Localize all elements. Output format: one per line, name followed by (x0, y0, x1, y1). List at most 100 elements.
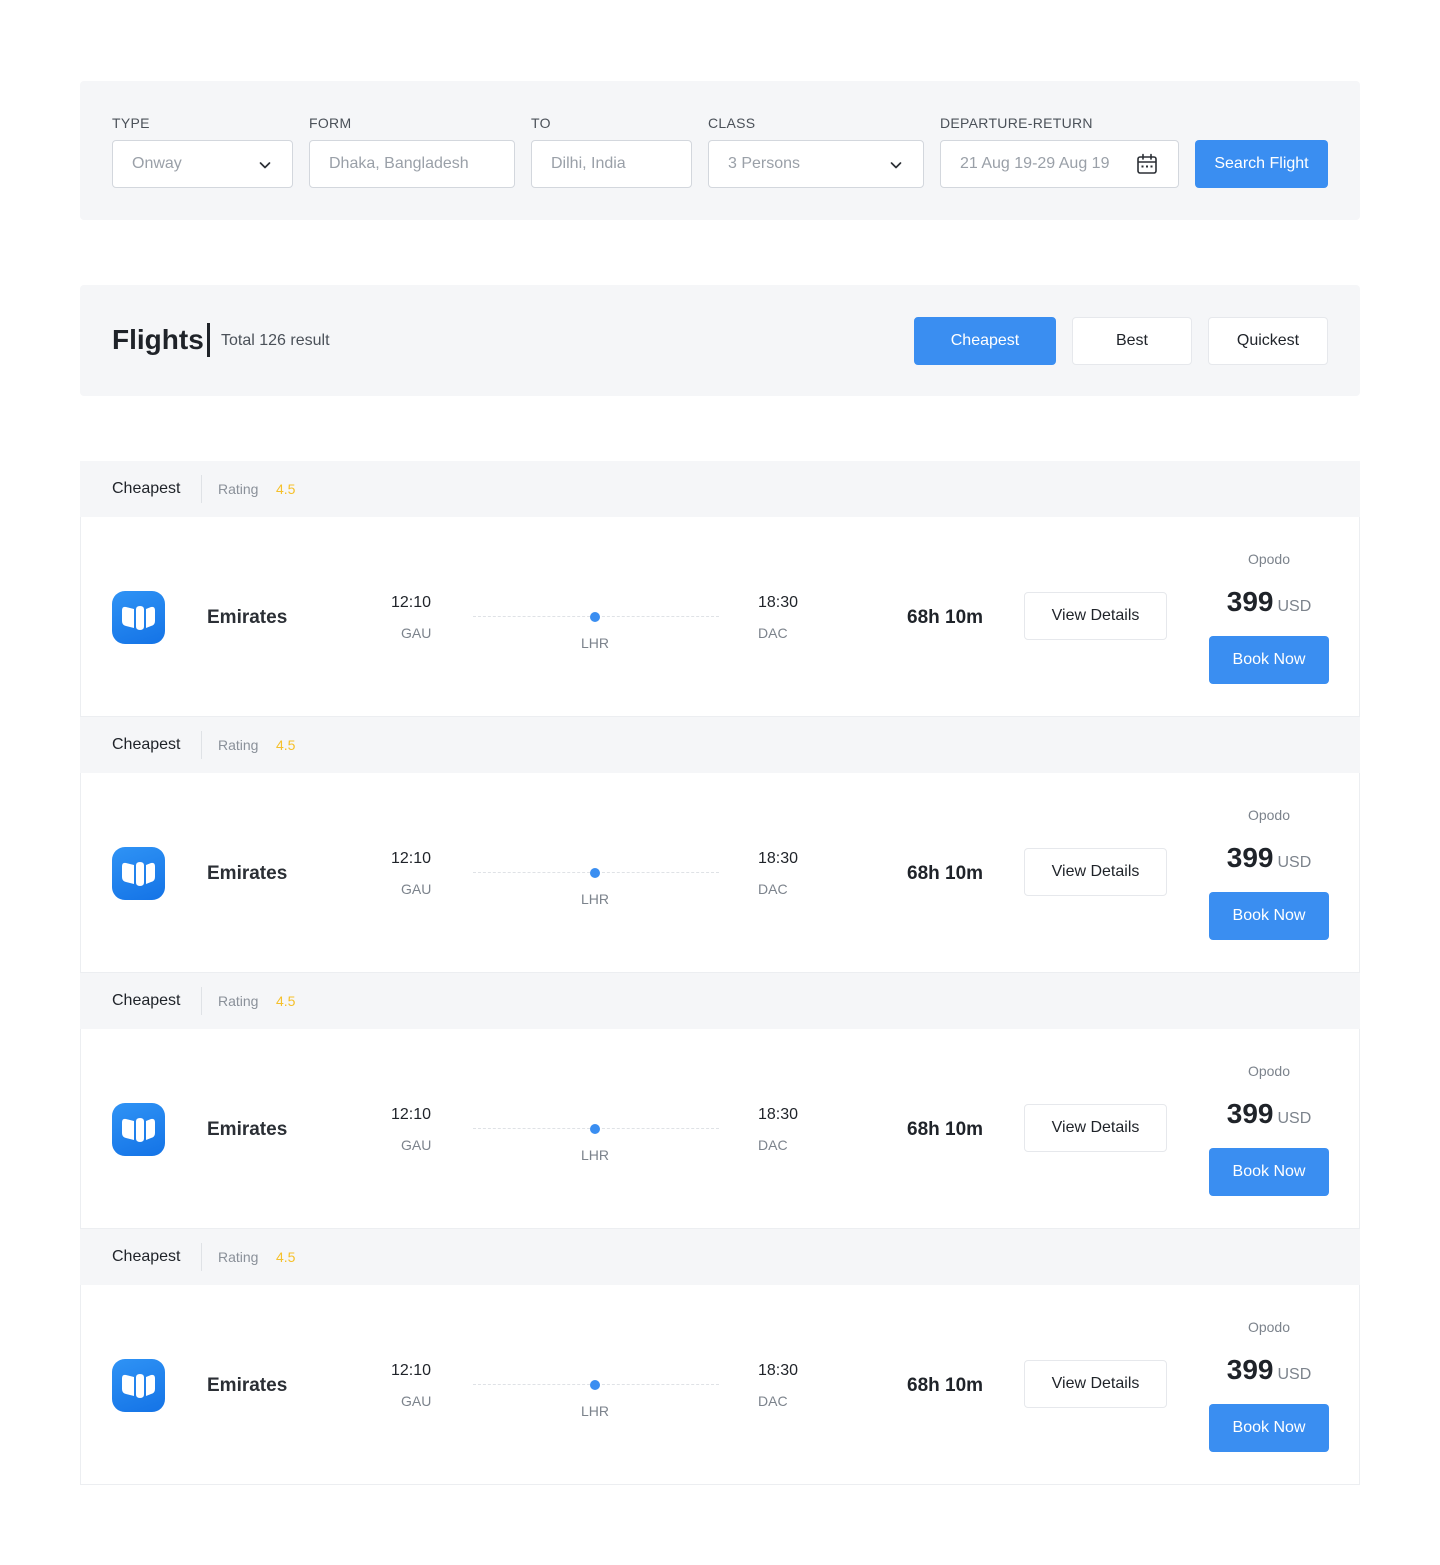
class-label: CLASS (708, 115, 756, 131)
stopover-code: LHR (581, 1147, 610, 1163)
price-amount: 399 (1226, 842, 1274, 873)
departure-time: 12:10 (391, 1362, 432, 1379)
view-details-button[interactable]: View Details (1024, 592, 1167, 640)
rating-label: Rating (218, 1249, 259, 1265)
departure-code: GAU (401, 1137, 432, 1153)
to-input-placeholder: Dilhi, India (551, 155, 626, 172)
view-details-button[interactable]: View Details (1024, 1104, 1167, 1152)
airline-name: Emirates (207, 863, 288, 884)
price: 399 USD (1209, 1098, 1329, 1130)
flight-card-tag-bar: Cheapest Rating 4.5 (80, 973, 1360, 1029)
class-select[interactable]: 3 Persons (708, 140, 924, 188)
rating-value: 4.5 (276, 481, 296, 497)
book-now-button[interactable]: Book Now (1209, 636, 1329, 684)
flight-duration: 68h 10m (907, 1375, 984, 1396)
tag-divider (201, 731, 202, 759)
stopover-dot (590, 1124, 600, 1134)
arrival-time: 18:30 (758, 850, 799, 867)
type-select[interactable]: Onway (112, 140, 293, 188)
flight-card: Emirates 12:10 GAU LHR 18:30 DAC 68h 10m… (80, 1285, 1360, 1485)
chevron-down-icon (890, 162, 902, 169)
to-input[interactable]: Dilhi, India (531, 140, 692, 188)
provider-name: Opodo (1247, 807, 1291, 823)
tag-divider (201, 475, 202, 503)
dates-input[interactable]: 21 Aug 19-29 Aug 19 (940, 140, 1179, 188)
departure-time: 12:10 (391, 594, 432, 611)
flight-duration: 68h 10m (907, 863, 984, 884)
price-amount: 399 (1226, 586, 1274, 617)
from-label: FORM (309, 115, 352, 131)
to-label: TO (531, 115, 551, 131)
airline-logo-icon (112, 1103, 165, 1156)
flight-tag: Cheapest (112, 992, 181, 1009)
departure-code: GAU (401, 1393, 432, 1409)
price-amount: 399 (1226, 1098, 1274, 1129)
flight-card: Emirates 12:10 GAU LHR 18:30 DAC 68h 10m… (80, 517, 1360, 717)
dates-input-value: 21 Aug 19-29 Aug 19 (960, 155, 1110, 172)
from-input-placeholder: Dhaka, Bangladesh (329, 155, 469, 172)
departure-time: 12:10 (391, 1106, 432, 1123)
price-currency: USD (1277, 854, 1312, 871)
price: 399 USD (1209, 586, 1329, 618)
airline-logo-icon (112, 847, 165, 900)
stopover-code: LHR (581, 891, 610, 907)
departure-code: GAU (401, 881, 432, 897)
stopover-dot (590, 868, 600, 878)
type-select-value: Onway (132, 155, 182, 172)
arrival-time: 18:30 (758, 1362, 799, 1379)
sort-quickest-button[interactable]: Quickest (1208, 317, 1328, 365)
rating-label: Rating (218, 481, 259, 497)
provider-name: Opodo (1247, 1063, 1291, 1079)
airline-name: Emirates (207, 1375, 288, 1396)
results-header: Flights Total 126 result Cheapest Best Q… (80, 285, 1360, 396)
arrival-code: DAC (758, 1137, 788, 1153)
arrival-code: DAC (758, 881, 788, 897)
stopover-code: LHR (581, 635, 610, 651)
sort-cheapest-button[interactable]: Cheapest (914, 317, 1056, 365)
flight-tag: Cheapest (112, 736, 181, 753)
flight-card-tag-bar: Cheapest Rating 4.5 (80, 717, 1360, 773)
airline-logo-icon (112, 1359, 165, 1412)
calendar-icon[interactable] (1136, 153, 1158, 175)
price-currency: USD (1277, 1110, 1312, 1127)
arrival-time: 18:30 (758, 594, 799, 611)
stopover-dot (590, 612, 600, 622)
flight-duration: 68h 10m (907, 1119, 984, 1140)
rating-label: Rating (218, 993, 259, 1009)
price-currency: USD (1277, 598, 1312, 615)
provider-name: Opodo (1247, 1319, 1291, 1335)
title-divider (207, 323, 210, 357)
arrival-time: 18:30 (758, 1106, 799, 1123)
sort-best-button[interactable]: Best (1072, 317, 1192, 365)
book-now-button[interactable]: Book Now (1209, 892, 1329, 940)
search-flight-button[interactable]: Search Flight (1195, 140, 1328, 188)
type-label: TYPE (112, 115, 150, 131)
view-details-button[interactable]: View Details (1024, 1360, 1167, 1408)
price-amount: 399 (1226, 1354, 1274, 1385)
provider-name: Opodo (1247, 551, 1291, 567)
rating-label: Rating (218, 737, 259, 753)
flight-card-tag-bar: Cheapest Rating 4.5 (80, 1229, 1360, 1285)
stopover-dot (590, 1380, 600, 1390)
arrival-code: DAC (758, 1393, 788, 1409)
price: 399 USD (1209, 1354, 1329, 1386)
flight-tag: Cheapest (112, 1248, 181, 1265)
flight-duration: 68h 10m (907, 607, 984, 628)
rating-value: 4.5 (276, 993, 296, 1009)
flight-card: Emirates 12:10 GAU LHR 18:30 DAC 68h 10m… (80, 773, 1360, 973)
book-now-button[interactable]: Book Now (1209, 1148, 1329, 1196)
airline-logo-icon (112, 591, 165, 644)
departure-time: 12:10 (391, 850, 432, 867)
result-count: Total 126 result (221, 332, 330, 349)
book-now-button[interactable]: Book Now (1209, 1404, 1329, 1452)
departure-code: GAU (401, 625, 432, 641)
stopover-code: LHR (581, 1403, 610, 1419)
tag-divider (201, 987, 202, 1015)
view-details-button[interactable]: View Details (1024, 848, 1167, 896)
flight-card-tag-bar: Cheapest Rating 4.5 (80, 461, 1360, 517)
rating-value: 4.5 (276, 1249, 296, 1265)
price-currency: USD (1277, 1366, 1312, 1383)
from-input[interactable]: Dhaka, Bangladesh (309, 140, 515, 188)
price: 399 USD (1209, 842, 1329, 874)
class-select-value: 3 Persons (728, 155, 801, 172)
